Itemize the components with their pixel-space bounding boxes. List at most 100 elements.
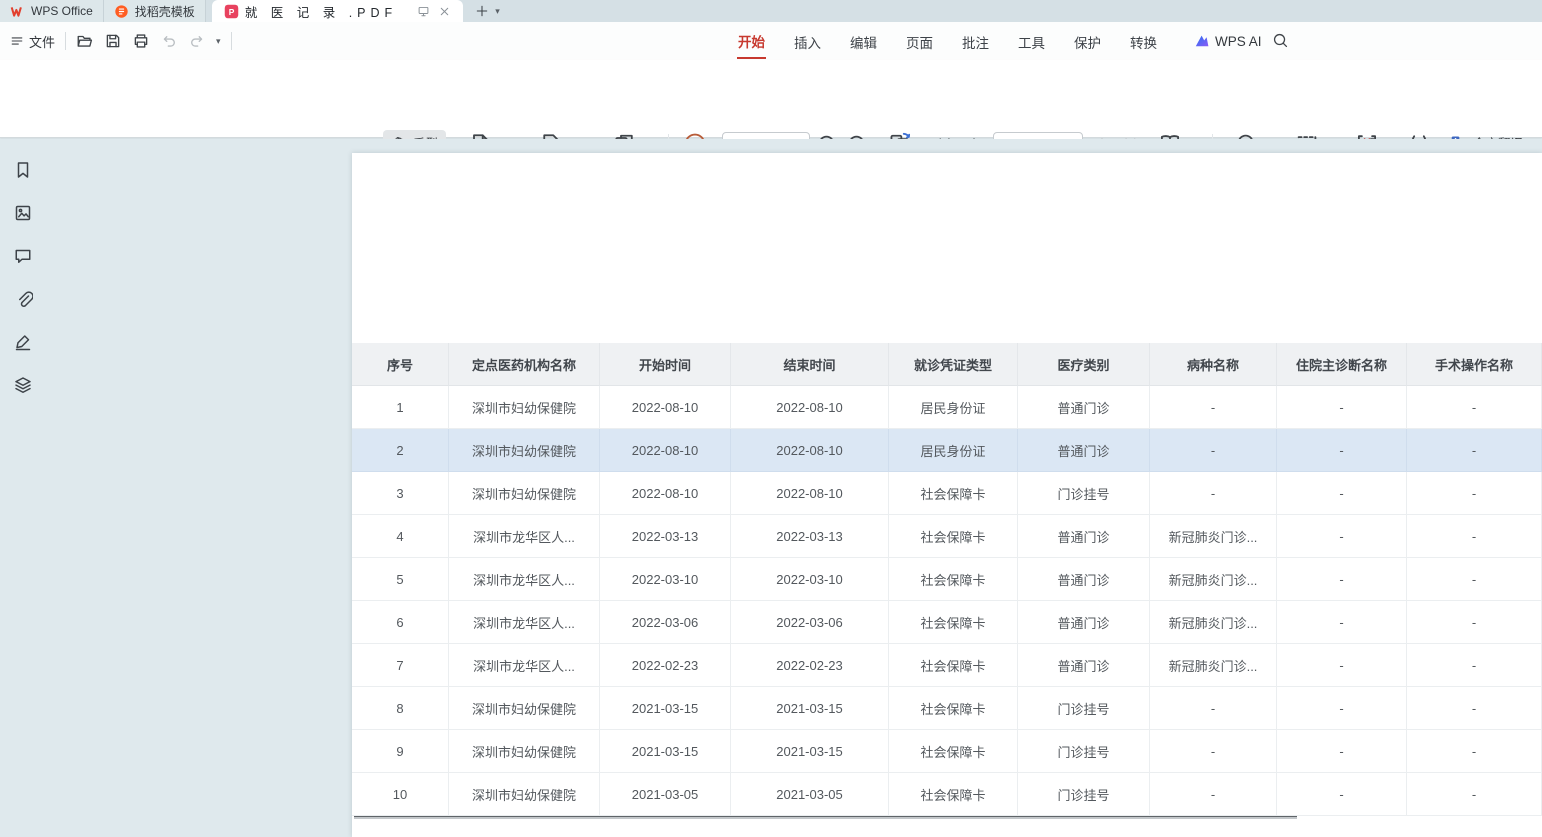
table-cell: 深圳市龙华区人... [449, 515, 600, 558]
menu-item-插入[interactable]: 插入 [793, 24, 822, 58]
table-cell: - [1150, 687, 1277, 730]
tab-label: WPS Office [31, 4, 93, 18]
table-cell: 普通门诊 [1018, 429, 1150, 472]
docer-icon [114, 4, 129, 19]
menu-item-开始[interactable]: 开始 [737, 23, 766, 59]
divider [231, 32, 232, 50]
table-cell: - [1150, 472, 1277, 515]
table-cell: 2021-03-05 [600, 773, 731, 816]
menu-item-批注[interactable]: 批注 [961, 24, 990, 58]
table-cell: 普通门诊 [1018, 601, 1150, 644]
table-cell: 居民身份证 [889, 386, 1018, 429]
table-cell: - [1407, 644, 1542, 687]
menu-item-编辑[interactable]: 编辑 [849, 24, 878, 58]
table-row: 7深圳市龙华区人...2022-02-232022-02-23社会保障卡普通门诊… [352, 644, 1542, 687]
table-cell: - [1150, 730, 1277, 773]
monitor-icon[interactable] [417, 5, 430, 18]
table-cell: - [1407, 429, 1542, 472]
table-cell: 5 [352, 558, 449, 601]
tab-label: 就 医 记 录 .PDF [245, 2, 397, 21]
tab-wps-office[interactable]: WPS Office [0, 0, 104, 22]
redo-icon[interactable] [188, 32, 206, 50]
table-cell: 2022-03-06 [600, 601, 731, 644]
table-cell: 4 [352, 515, 449, 558]
table-cell: 8 [352, 687, 449, 730]
table-cell: 1 [352, 386, 449, 429]
menu-item-页面[interactable]: 页面 [905, 24, 934, 58]
table-cell: - [1277, 558, 1407, 601]
table-cell: - [1277, 472, 1407, 515]
table-row: 1深圳市妇幼保健院2022-08-102022-08-10居民身份证普通门诊--… [352, 386, 1542, 429]
table-cell: 深圳市妇幼保健院 [449, 472, 600, 515]
table-row: 5深圳市龙华区人...2022-03-102022-03-10社会保障卡普通门诊… [352, 558, 1542, 601]
open-file-icon[interactable] [76, 32, 94, 50]
menu-item-保护[interactable]: 保护 [1073, 24, 1102, 58]
left-panel-icons [12, 159, 34, 396]
table-cell: 2022-08-10 [731, 472, 889, 515]
bookmark-icon[interactable] [12, 159, 34, 181]
table-cell: 社会保障卡 [889, 601, 1018, 644]
save-icon[interactable] [104, 32, 122, 50]
table-cell: - [1407, 386, 1542, 429]
table-row: 6深圳市龙华区人...2022-03-062022-03-06社会保障卡普通门诊… [352, 601, 1542, 644]
table-cell: 社会保障卡 [889, 472, 1018, 515]
tab-medical-record-pdf[interactable]: P 就 医 记 录 .PDF [212, 0, 463, 22]
hamburger-icon [10, 34, 24, 48]
table-cell: 2022-08-10 [600, 429, 731, 472]
menu-item-转换[interactable]: 转换 [1129, 24, 1158, 58]
tab-list-chevron-icon[interactable]: ▾ [495, 7, 500, 16]
table-cell: 新冠肺炎门诊... [1150, 558, 1277, 601]
signature-icon[interactable] [12, 331, 34, 353]
wps-ai-button[interactable]: WPS AI [1194, 22, 1262, 60]
table-cell: - [1150, 773, 1277, 816]
column-header: 医疗类别 [1018, 343, 1150, 386]
column-header: 结束时间 [731, 343, 889, 386]
new-tab-plus-icon[interactable] [475, 4, 489, 18]
table-row: 10深圳市妇幼保健院2021-03-052021-03-05社会保障卡门诊挂号-… [352, 773, 1542, 816]
table-cell: - [1150, 429, 1277, 472]
window-tab-bar: WPS Office 找稻壳模板 P 就 医 记 录 .PDF ▾ [0, 0, 1542, 22]
table-cell: 深圳市妇幼保健院 [449, 687, 600, 730]
layers-icon[interactable] [12, 374, 34, 396]
undo-icon[interactable] [160, 32, 178, 50]
svg-text:P: P [229, 6, 235, 16]
table-cell: 普通门诊 [1018, 386, 1150, 429]
table-cell: 社会保障卡 [889, 773, 1018, 816]
workspace: 序号定点医药机构名称开始时间结束时间就诊凭证类型医疗类别病种名称住院主诊断名称手… [0, 139, 1542, 837]
print-icon[interactable] [132, 32, 150, 50]
horizontal-scrollbar[interactable] [354, 816, 1297, 819]
table-cell: 新冠肺炎门诊... [1150, 515, 1277, 558]
table-cell: 新冠肺炎门诊... [1150, 601, 1277, 644]
medical-records-table: 序号定点医药机构名称开始时间结束时间就诊凭证类型医疗类别病种名称住院主诊断名称手… [352, 343, 1542, 816]
thumbnail-icon[interactable] [12, 202, 34, 224]
table-cell: 2022-02-23 [600, 644, 731, 687]
table-cell: 社会保障卡 [889, 687, 1018, 730]
wps-logo-icon [10, 4, 25, 19]
table-cell: 普通门诊 [1018, 644, 1150, 687]
table-cell: 2022-03-13 [600, 515, 731, 558]
table-cell: 社会保障卡 [889, 558, 1018, 601]
file-menu-button[interactable]: 文件 [10, 32, 55, 51]
table-row: 2深圳市妇幼保健院2022-08-102022-08-10居民身份证普通门诊--… [352, 429, 1542, 472]
table-cell: 普通门诊 [1018, 515, 1150, 558]
table-cell: 深圳市妇幼保健院 [449, 386, 600, 429]
menu-item-工具[interactable]: 工具 [1017, 24, 1046, 58]
table-cell: 深圳市妇幼保健院 [449, 429, 600, 472]
attachment-icon[interactable] [12, 288, 34, 310]
table-cell: 2022-08-10 [600, 386, 731, 429]
tab-docer-templates[interactable]: 找稻壳模板 [104, 0, 206, 22]
table-cell: 10 [352, 773, 449, 816]
table-header-row: 序号定点医药机构名称开始时间结束时间就诊凭证类型医疗类别病种名称住院主诊断名称手… [352, 343, 1542, 386]
table-cell: 深圳市龙华区人... [449, 601, 600, 644]
table-cell: - [1277, 773, 1407, 816]
quickbar-chevron-icon[interactable]: ▾ [216, 37, 221, 46]
table-cell: 7 [352, 644, 449, 687]
table-cell: - [1150, 386, 1277, 429]
table-row: 9深圳市妇幼保健院2021-03-152021-03-15社会保障卡门诊挂号--… [352, 730, 1542, 773]
menu-search-icon[interactable] [1272, 32, 1289, 49]
table-cell: 9 [352, 730, 449, 773]
close-tab-icon[interactable] [438, 5, 451, 18]
table-cell: 2022-03-10 [600, 558, 731, 601]
table-cell: 6 [352, 601, 449, 644]
comment-icon[interactable] [12, 245, 34, 267]
